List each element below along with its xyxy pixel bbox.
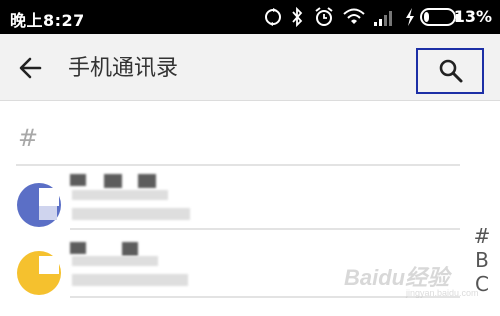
status-icons — [0, 0, 500, 34]
search-button[interactable] — [416, 48, 484, 94]
index-letter[interactable]: # — [470, 224, 494, 248]
contact-avatar — [17, 183, 61, 227]
bluetooth-icon — [292, 6, 303, 28]
alarm-icon — [315, 7, 333, 26]
status-bar: 晚上8:27 13% — [0, 0, 500, 34]
back-arrow-icon — [19, 57, 42, 79]
contact-name-redacted — [70, 174, 86, 186]
app-bar: 手机通讯录 — [0, 34, 500, 101]
watermark-url: jingyan.baidu.com — [406, 288, 479, 298]
section-divider — [16, 164, 460, 166]
contact-name-redacted — [70, 242, 86, 254]
page-title: 手机通讯录 — [68, 56, 179, 81]
contact-detail-redacted — [72, 274, 188, 286]
row-divider — [70, 228, 460, 230]
signal-icon — [374, 11, 392, 26]
back-button[interactable] — [14, 52, 48, 84]
baidu-watermark: Baidu经验 jingyan.baidu.com — [344, 260, 494, 302]
contact-name-redacted — [72, 190, 168, 200]
contact-name-redacted — [104, 174, 122, 188]
contact-name-redacted — [72, 256, 158, 266]
sync-icon — [265, 8, 281, 26]
contact-detail-redacted — [72, 208, 190, 220]
contact-name-redacted — [138, 174, 156, 188]
charging-icon — [406, 8, 414, 26]
contact-row[interactable] — [0, 174, 460, 248]
search-icon — [439, 59, 463, 83]
battery-percent: 13% — [453, 7, 492, 26]
contact-avatar — [17, 251, 61, 295]
section-header: # — [18, 124, 39, 152]
contact-name-redacted — [122, 242, 138, 256]
wifi-icon — [343, 8, 365, 24]
